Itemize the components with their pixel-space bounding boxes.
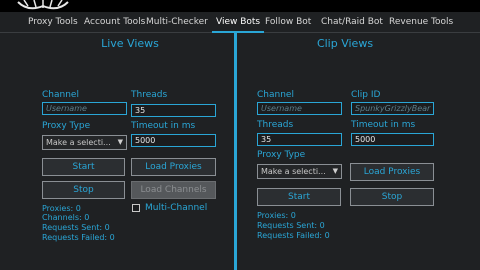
- clip-id-label: Clip ID: [351, 90, 381, 100]
- clip-proxy-type-value: Make a selecti...: [261, 167, 326, 176]
- live-requests-failed: Requests Failed: 0: [42, 233, 115, 242]
- clip-channel-input[interactable]: Username: [257, 102, 342, 115]
- tab-proxy-tools[interactable]: Proxy Tools: [28, 12, 78, 32]
- live-requests-sent: Requests Sent: 0: [42, 223, 110, 232]
- live-threads-label: Threads: [131, 90, 168, 100]
- chevron-down-icon: ▼: [332, 167, 338, 175]
- chevron-down-icon: ▼: [117, 138, 123, 146]
- clip-channel-label: Channel: [257, 90, 294, 100]
- live-proxy-type-select[interactable]: Make a selecti... ▼: [42, 135, 127, 150]
- live-timeout-label: Timeout in ms: [131, 121, 196, 131]
- live-proxy-type-value: Make a selecti...: [46, 138, 111, 147]
- live-stop-button[interactable]: Stop: [42, 181, 125, 199]
- tab-follow-bot[interactable]: Follow Bot: [265, 12, 311, 32]
- tab-chat-raid-bot[interactable]: Chat/Raid Bot: [321, 12, 383, 32]
- tab-account-tools[interactable]: Account Tools: [84, 12, 145, 32]
- clip-proxies-count: Proxies: 0: [257, 211, 296, 220]
- tab-view-bots[interactable]: View Bots: [211, 12, 265, 33]
- live-load-channels-button[interactable]: Load Channels: [131, 181, 216, 199]
- clip-views-title: Clip Views: [316, 37, 374, 50]
- live-threads-input[interactable]: 35: [131, 104, 216, 117]
- clip-load-proxies-button[interactable]: Load Proxies: [350, 163, 434, 181]
- multi-channel-label: Multi-Channel: [145, 203, 208, 213]
- clip-timeout-input[interactable]: 5000: [351, 133, 434, 146]
- live-timeout-input[interactable]: 5000: [131, 134, 216, 147]
- live-channel-label: Channel: [42, 90, 79, 100]
- clip-threads-label: Threads: [257, 120, 294, 130]
- clip-proxy-type-select[interactable]: Make a selecti... ▼: [257, 164, 342, 179]
- clip-proxy-type-label: Proxy Type: [257, 150, 306, 160]
- live-channel-input[interactable]: Username: [42, 102, 127, 115]
- title-bar: [0, 0, 480, 12]
- clip-threads-input[interactable]: 35: [257, 133, 342, 146]
- panel-divider: [234, 32, 237, 270]
- clip-timeout-label: Timeout in ms: [351, 120, 416, 130]
- tab-bar: Proxy Tools Account Tools Multi-Checker …: [0, 12, 480, 33]
- multi-channel-checkbox[interactable]: [132, 204, 140, 212]
- live-channels-count: Channels: 0: [42, 213, 90, 222]
- tab-multi-checker[interactable]: Multi-Checker: [146, 12, 208, 32]
- clip-requests-failed: Requests Failed: 0: [257, 231, 330, 240]
- tab-revenue-tools[interactable]: Revenue Tools: [389, 12, 453, 32]
- live-proxy-type-label: Proxy Type: [42, 121, 91, 131]
- clip-requests-sent: Requests Sent: 0: [257, 221, 325, 230]
- live-views-title: Live Views: [101, 37, 159, 50]
- live-start-button[interactable]: Start: [42, 158, 125, 176]
- clip-start-button[interactable]: Start: [257, 188, 341, 206]
- live-load-proxies-button[interactable]: Load Proxies: [131, 158, 216, 176]
- clip-stop-button[interactable]: Stop: [350, 188, 434, 206]
- live-proxies-count: Proxies: 0: [42, 204, 81, 213]
- clip-id-input[interactable]: SpunkyGrizzlyBear: [351, 102, 434, 115]
- app-logo-icon: [17, 0, 69, 10]
